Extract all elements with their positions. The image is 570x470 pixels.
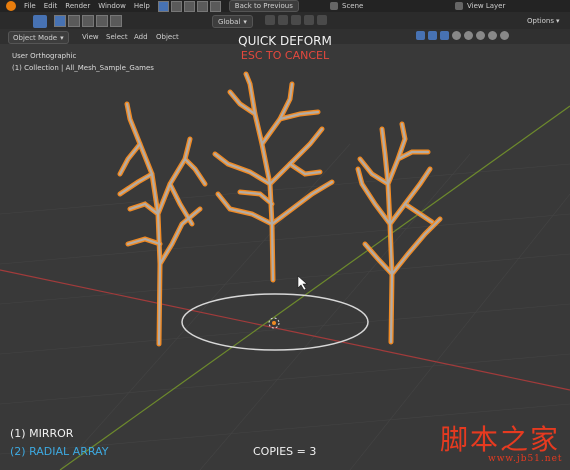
select-subtract-tool-icon[interactable] xyxy=(82,15,94,27)
snap-icon[interactable] xyxy=(278,15,288,25)
pivot-icon[interactable] xyxy=(265,15,275,25)
select-mode-icons xyxy=(157,0,221,12)
snap-target-icon[interactable] xyxy=(291,15,301,25)
menu-render[interactable]: Render xyxy=(65,2,90,10)
menu-window[interactable]: Window xyxy=(98,2,126,10)
blender-logo-icon[interactable] xyxy=(6,1,16,11)
viewport-3d[interactable] xyxy=(0,44,570,470)
watermark: 脚本之家 www.jb51.net xyxy=(440,418,565,466)
proportional-edit-icon[interactable] xyxy=(304,15,314,25)
scene-selector[interactable]: Scene xyxy=(330,0,363,12)
scene-icon xyxy=(330,2,338,10)
menu-edit[interactable]: Edit xyxy=(44,2,58,10)
collection-info: (1) Collection | All_Mesh_Sample_Games xyxy=(12,64,154,72)
view-layer-icon xyxy=(455,2,463,10)
copies-count: COPIES = 3 xyxy=(253,445,317,458)
mirror-option: (1) MIRROR xyxy=(10,427,74,440)
main-menu: File Edit Render Window Help xyxy=(0,1,150,11)
view-layer-selector[interactable]: View Layer xyxy=(455,0,505,12)
transform-orientation-label: Global xyxy=(218,17,241,26)
tree-center[interactable] xyxy=(212,71,335,283)
select-invert-icon[interactable] xyxy=(196,0,208,12)
chevron-down-icon: ▾ xyxy=(243,17,247,26)
options-dropdown[interactable]: Options ▾ xyxy=(527,15,560,26)
esc-cancel-hint: ESC TO CANCEL xyxy=(240,49,330,62)
top-bar: File Edit Render Window Help Back to Pre… xyxy=(0,0,570,12)
select-new-icon[interactable] xyxy=(157,0,169,12)
select-tool-icon[interactable] xyxy=(33,15,47,28)
select-intersect-icon[interactable] xyxy=(209,0,221,12)
select-extend-icon[interactable] xyxy=(170,0,182,12)
pivot-snap-controls xyxy=(265,15,327,25)
back-to-previous-label: Back to Previous xyxy=(234,2,293,10)
view-layer-label: View Layer xyxy=(467,2,506,10)
menu-file[interactable]: File xyxy=(24,2,36,10)
back-to-previous-button[interactable]: Back to Previous xyxy=(228,0,299,12)
watermark-text: 脚本之家 xyxy=(440,423,561,456)
menu-help[interactable]: Help xyxy=(134,2,150,10)
selection-tools xyxy=(54,15,122,27)
falloff-icon[interactable] xyxy=(317,15,327,25)
options-label: Options xyxy=(527,16,555,25)
chevron-down-icon: ▾ xyxy=(556,16,560,25)
select-box-icon[interactable] xyxy=(54,15,66,27)
select-intersect-tool-icon[interactable] xyxy=(110,15,122,27)
y-axis-line xyxy=(59,105,570,470)
scene-label: Scene xyxy=(342,2,364,10)
select-extend-tool-icon[interactable] xyxy=(68,15,80,27)
transform-orientation-dropdown[interactable]: Global ▾ xyxy=(212,15,253,28)
quick-deform-title: QUICK DEFORM xyxy=(238,34,332,48)
watermark-url: www.jb51.net xyxy=(488,454,563,464)
radial-array-option: (2) RADIAL ARRAY xyxy=(10,445,109,458)
select-difference-icon[interactable] xyxy=(96,15,108,27)
mouse-cursor-icon xyxy=(297,275,308,291)
select-subtract-icon[interactable] xyxy=(183,0,195,12)
tree-left[interactable] xyxy=(117,101,208,347)
tree-right[interactable] xyxy=(355,121,443,345)
x-axis-line xyxy=(0,269,570,391)
